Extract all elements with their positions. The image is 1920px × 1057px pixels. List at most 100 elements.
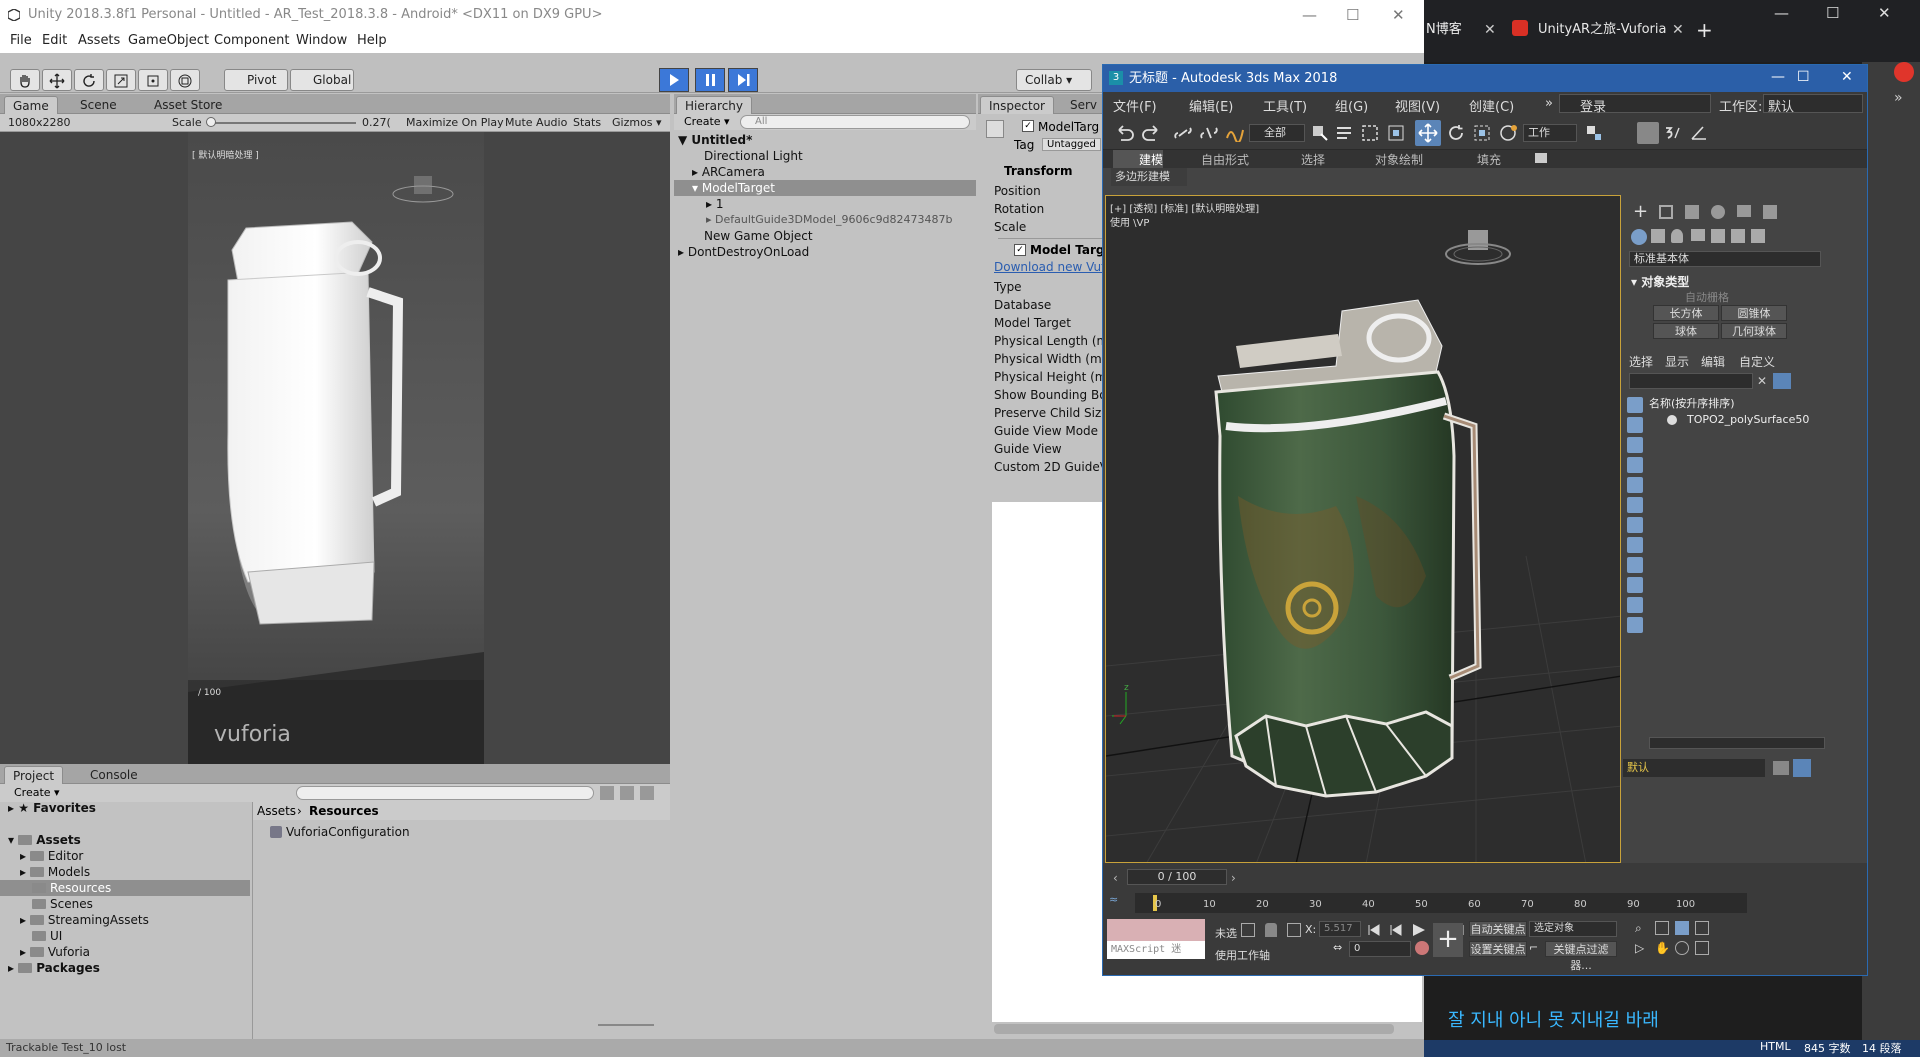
ribbon-options-icon[interactable] bbox=[1535, 153, 1547, 163]
tag-dropdown[interactable]: Untagged bbox=[1042, 138, 1101, 151]
time-configuration-icon[interactable] bbox=[1415, 941, 1429, 955]
link-icon[interactable] bbox=[1173, 124, 1193, 142]
scene-object-row[interactable]: TOPO2_polySurface50 bbox=[1687, 413, 1809, 426]
zoom-all-icon[interactable] bbox=[1655, 921, 1669, 935]
browser-maximize-button[interactable]: ☐ bbox=[1826, 4, 1839, 22]
helpers-category-icon[interactable] bbox=[1711, 229, 1725, 243]
sphere-button[interactable]: 球体 bbox=[1653, 323, 1719, 339]
browser-tab-2[interactable]: UnityAR之旅-Vuforia bbox=[1532, 16, 1672, 44]
layer-dropdown[interactable]: 默认 bbox=[1623, 759, 1765, 777]
scale-tool-button[interactable] bbox=[106, 69, 136, 91]
max-minimize-button[interactable]: — bbox=[1771, 69, 1785, 85]
select-object-icon[interactable] bbox=[1311, 124, 1329, 142]
zoom-extents-icon[interactable] bbox=[1675, 921, 1689, 935]
display-bones-icon[interactable] bbox=[1627, 577, 1643, 593]
auto-key-button[interactable]: 自动关键点 bbox=[1469, 921, 1527, 937]
play-animation-icon[interactable] bbox=[1413, 924, 1425, 936]
shapes-category-icon[interactable] bbox=[1651, 229, 1665, 243]
clear-search-icon[interactable]: ✕ bbox=[1757, 375, 1769, 387]
keyboard-shortcut-icon[interactable] bbox=[1663, 124, 1683, 142]
current-frame-input[interactable]: 0 bbox=[1349, 941, 1411, 957]
ribbon-tab-object-paint[interactable]: 对象绘制 bbox=[1375, 151, 1423, 168]
packages-row[interactable]: ▸ Packages bbox=[8, 960, 100, 976]
object-name-field[interactable]: ModelTarg bbox=[1038, 120, 1099, 134]
global-toggle[interactable]: Global bbox=[290, 69, 354, 91]
move-tool-active[interactable] bbox=[1415, 120, 1441, 146]
tab-close-icon[interactable]: ✕ bbox=[1672, 16, 1686, 44]
rect-selection-icon[interactable] bbox=[1361, 124, 1379, 142]
pivot-toggle[interactable]: Pivot bbox=[224, 69, 288, 91]
display-cameras-icon[interactable] bbox=[1627, 477, 1643, 493]
folder-row[interactable]: Scenes bbox=[32, 896, 93, 912]
display-panel-icon[interactable] bbox=[1737, 205, 1751, 217]
curve-editor-icon[interactable]: ≈ bbox=[1109, 893, 1131, 911]
display-containers-icon[interactable] bbox=[1627, 597, 1643, 613]
transform-header[interactable]: Transform bbox=[1004, 164, 1072, 178]
breadcrumb-resources[interactable]: Resources bbox=[309, 804, 379, 818]
project-splitter[interactable] bbox=[252, 802, 253, 1057]
hierarchy-create-button[interactable]: Create ▾ bbox=[684, 115, 730, 128]
maxscript-input[interactable]: MAXScript 迷 bbox=[1107, 941, 1205, 959]
component-enabled-checkbox[interactable]: ✓ bbox=[1014, 244, 1026, 256]
menu-file[interactable]: File bbox=[10, 33, 32, 48]
field-of-view-icon[interactable]: ▷ bbox=[1635, 941, 1649, 955]
display-visibility-icon[interactable] bbox=[1627, 617, 1643, 633]
folder-row-selected[interactable]: Resources bbox=[0, 880, 250, 896]
display-lights-icon[interactable] bbox=[1627, 457, 1643, 473]
max-maximize-button[interactable]: ☐ bbox=[1797, 69, 1810, 85]
isolate-selection-icon[interactable] bbox=[1241, 923, 1255, 937]
assets-row[interactable]: ▾ Assets bbox=[8, 832, 81, 848]
filter-by-type-icon[interactable] bbox=[600, 786, 614, 800]
hierarchy-panel-icon[interactable] bbox=[1685, 205, 1699, 219]
favorites-row[interactable]: ▸ ★ Favorites bbox=[8, 800, 96, 816]
icon-size-slider[interactable] bbox=[598, 1024, 654, 1026]
angle-snap-icon[interactable] bbox=[1689, 124, 1709, 142]
hierarchy-item-selected[interactable]: ▾ ModelTarget bbox=[674, 180, 976, 196]
ribbon-tab-freeform[interactable]: 自由形式 bbox=[1201, 151, 1249, 168]
hierarchy-item[interactable]: New Game Object bbox=[674, 228, 976, 244]
tab-project[interactable]: Project bbox=[4, 766, 64, 784]
reference-coord-dropdown[interactable]: 工作 bbox=[1523, 124, 1577, 142]
set-key-large-button[interactable]: + bbox=[1433, 923, 1463, 957]
display-xrefs-icon[interactable] bbox=[1627, 557, 1643, 573]
scene-explorer-tab-customize[interactable]: 自定义 bbox=[1739, 353, 1775, 370]
browser-minimize-button[interactable]: — bbox=[1774, 4, 1789, 22]
rotate-tool-button[interactable] bbox=[74, 69, 104, 91]
step-button[interactable] bbox=[728, 68, 758, 92]
orbit-icon[interactable] bbox=[1675, 941, 1689, 955]
geosphere-button[interactable]: 几何球体 bbox=[1721, 323, 1787, 339]
absolute-mode-icon[interactable] bbox=[1287, 923, 1301, 937]
display-none-icon[interactable] bbox=[1627, 397, 1643, 413]
hierarchy-item[interactable]: ▸ ARCamera bbox=[674, 164, 976, 180]
key-selection-dropdown[interactable]: 选定对象 bbox=[1529, 921, 1617, 937]
max-close-button[interactable]: ✕ bbox=[1841, 69, 1853, 85]
perspective-viewport[interactable]: z [+] [透视] [标准] [默认明暗处理] 使用 \VP bbox=[1105, 195, 1621, 863]
undo-icon[interactable] bbox=[1115, 124, 1135, 142]
active-checkbox[interactable]: ✓ bbox=[1022, 120, 1034, 132]
hierarchy-item[interactable]: ▸ DontDestroyOnLoad bbox=[674, 244, 976, 260]
maxscript-listener-output[interactable] bbox=[1107, 919, 1205, 941]
hierarchy-item[interactable]: ▸ 1 bbox=[674, 196, 976, 212]
selection-filter-dropdown[interactable]: 全部 bbox=[1249, 124, 1305, 142]
play-button[interactable] bbox=[659, 68, 689, 92]
layer-explorer-icon[interactable] bbox=[1773, 761, 1789, 775]
extension-icon[interactable] bbox=[1894, 62, 1914, 82]
go-to-start-icon[interactable] bbox=[1368, 924, 1380, 936]
cameras-category-icon[interactable] bbox=[1691, 229, 1705, 241]
login-dropdown[interactable]: 登录 bbox=[1559, 94, 1711, 115]
filter-by-label-icon[interactable] bbox=[620, 786, 634, 800]
mute-audio-toggle[interactable]: Mute Audio bbox=[505, 116, 567, 129]
primitive-type-dropdown[interactable]: 标准基本体 bbox=[1629, 251, 1821, 267]
sort-by-name-header[interactable]: 名称(按升序排序) bbox=[1649, 395, 1735, 411]
time-slider[interactable]: 0 / 100 bbox=[1127, 869, 1227, 885]
key-filters-button[interactable]: 关键点过滤器... bbox=[1545, 941, 1617, 972]
unlink-icon[interactable] bbox=[1199, 124, 1219, 142]
select-rotate-icon[interactable] bbox=[1447, 124, 1465, 142]
pan-view-icon[interactable]: ✋ bbox=[1655, 941, 1670, 955]
bind-space-warp-icon[interactable] bbox=[1225, 124, 1245, 142]
folder-row[interactable]: ▸ StreamingAssets bbox=[20, 912, 149, 928]
scene-row[interactable]: ▼ Untitled* bbox=[674, 132, 976, 148]
menu-window[interactable]: Window bbox=[296, 33, 347, 48]
folder-row[interactable]: ▸ Vuforia bbox=[20, 944, 90, 960]
scene-explorer-scrollbar[interactable] bbox=[1649, 737, 1825, 749]
